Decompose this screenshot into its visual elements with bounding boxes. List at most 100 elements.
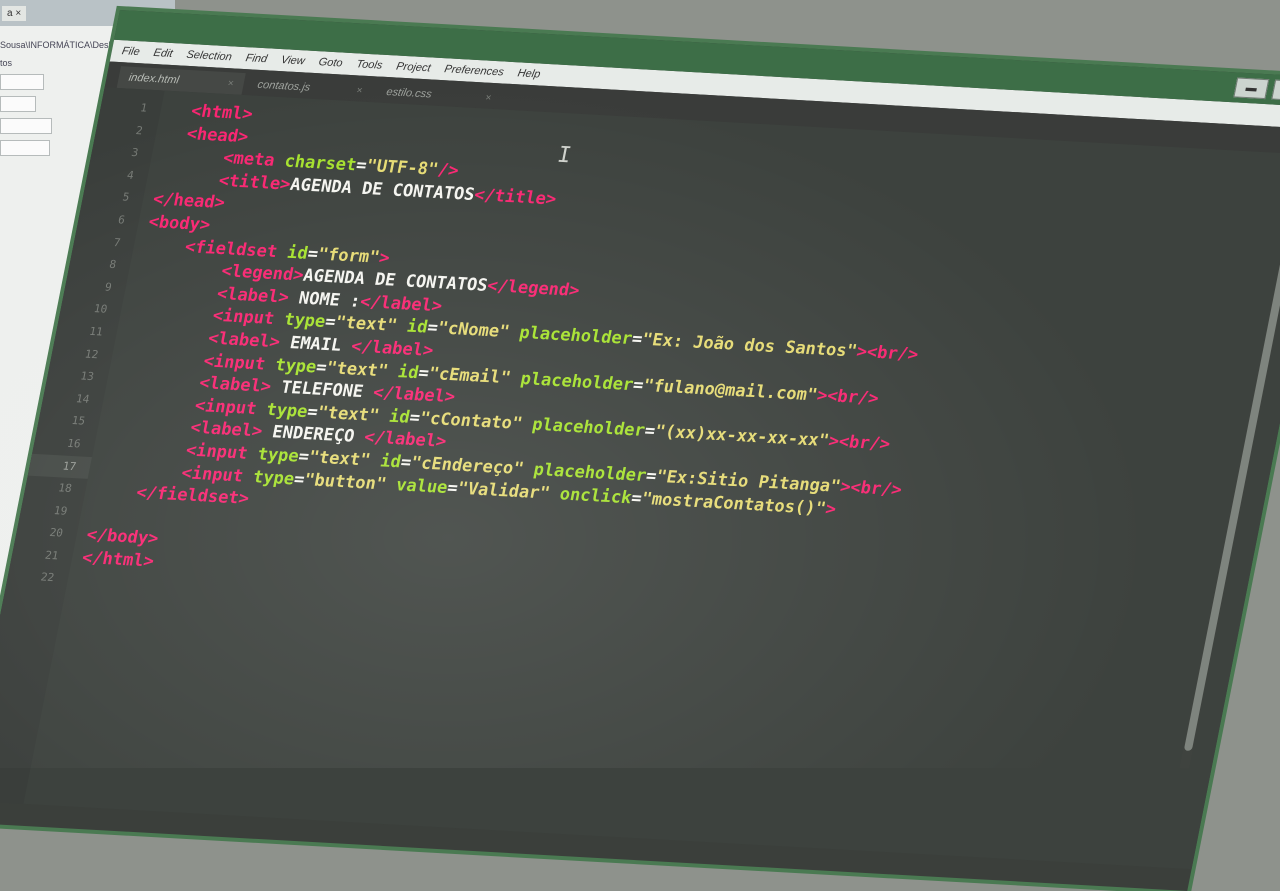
tab-close-icon[interactable]: × <box>356 85 364 96</box>
code-token: "text" <box>324 357 390 381</box>
code-token: </legend> <box>485 276 582 302</box>
code-token: <input <box>184 440 260 465</box>
line-number: 14 <box>74 391 91 406</box>
menu-item-help[interactable]: Help <box>516 67 541 80</box>
window-controls: ▬ ▭ <box>1233 77 1280 102</box>
menu-item-selection[interactable]: Selection <box>185 49 233 63</box>
code-token: <label> <box>188 417 265 442</box>
code-token: ><br/> <box>826 431 893 455</box>
code-token: </fieldset> <box>134 482 251 509</box>
line-number: 15 <box>70 414 87 428</box>
background-window-tab[interactable]: a × <box>2 5 27 21</box>
line-number: 1 <box>139 101 149 115</box>
line-number: 16 <box>66 436 82 451</box>
code-token: </label> <box>349 336 436 361</box>
line-number: 7 <box>112 235 122 249</box>
code-token: charset <box>282 151 359 176</box>
code-token: type <box>273 354 319 377</box>
code-token: NOME : <box>286 287 363 312</box>
menu-item-project[interactable]: Project <box>395 61 432 75</box>
code-token: <input <box>193 395 269 420</box>
code-token: "form" <box>316 244 382 268</box>
tab-close-icon[interactable]: × <box>227 78 235 89</box>
code-token: <html> <box>189 101 255 125</box>
editor-window: ▬ ▭ File Edit Selection Find View Goto Tools Pr… <box>0 10 1280 891</box>
line-number: 13 <box>79 369 96 384</box>
code-token: ><br/> <box>854 342 920 366</box>
code-token: <input <box>210 306 287 330</box>
menu-item-edit[interactable]: Edit <box>152 47 173 60</box>
line-number: 22 <box>39 570 56 585</box>
line-number: 3 <box>130 146 140 160</box>
menu-item-view[interactable]: View <box>280 54 306 67</box>
line-number: 20 <box>48 526 65 540</box>
code-token: <body> <box>146 211 212 236</box>
menu-item-file[interactable]: File <box>121 45 141 58</box>
code-token: </label> <box>358 291 444 317</box>
code-token: "cEmail" <box>426 363 513 388</box>
code-token: "button" <box>302 469 389 495</box>
code-token: type <box>251 466 297 489</box>
code-token: type <box>282 310 328 333</box>
code-token: </title> <box>472 184 559 210</box>
code-token: <input <box>179 462 256 487</box>
code-token: type <box>264 399 310 422</box>
code-token: <title> <box>216 170 293 195</box>
menu-item-preferences[interactable]: Preferences <box>443 63 505 78</box>
menu-item-find[interactable]: Find <box>245 52 269 65</box>
code-token: placeholder <box>517 323 634 350</box>
code-token: </body> <box>84 525 161 550</box>
line-number: 12 <box>83 347 100 361</box>
code-token: ><br/> <box>838 476 904 501</box>
background-field[interactable] <box>0 118 52 134</box>
code-editor[interactable]: <html> <head> <meta charset="UTF-8"/> <t… <box>23 91 1280 870</box>
code-token: type <box>255 444 301 467</box>
code-token: "cNome" <box>435 318 512 343</box>
tab-label: contatos.js <box>256 78 312 94</box>
code-token: EMAIL <box>277 332 354 357</box>
maximize-button[interactable]: ▭ <box>1271 79 1280 102</box>
code-token: <label> <box>215 283 291 308</box>
line-number: 8 <box>108 258 118 272</box>
tab-label: index.html <box>127 71 181 87</box>
code-token: "Validar" <box>455 478 552 504</box>
code-area[interactable]: 1 2 3 4 5 6 7 8 9 10 11 12 13 14 15 16 17 18 19 20 21 22 <htm… <box>0 87 1280 870</box>
code-token: </label> <box>362 427 449 453</box>
code-token: <input <box>201 350 278 375</box>
code-token: "text" <box>306 447 373 471</box>
tab-close-icon[interactable]: × <box>484 92 492 103</box>
code-token: <head> <box>184 123 251 147</box>
background-field[interactable] <box>0 74 44 90</box>
background-field[interactable] <box>0 96 36 112</box>
line-number: 6 <box>116 213 127 227</box>
code-token: /> <box>436 160 461 182</box>
line-number: 9 <box>103 280 113 294</box>
code-token: <meta <box>221 148 287 172</box>
code-token: ><br/> <box>815 385 881 409</box>
minimize-button[interactable]: ▬ <box>1233 77 1270 100</box>
background-field[interactable] <box>0 140 50 156</box>
menu-item-goto[interactable]: Goto <box>317 56 343 69</box>
code-token: "text" <box>333 312 399 337</box>
code-token: </label> <box>371 382 457 408</box>
menu-item-tools[interactable]: Tools <box>355 58 383 71</box>
tab-label: estilo.css <box>385 86 433 101</box>
line-number: 11 <box>88 324 104 339</box>
code-token: placeholder <box>518 368 636 395</box>
line-number: 10 <box>92 302 109 317</box>
code-token: <label> <box>206 328 282 353</box>
code-token: onclick <box>557 483 634 508</box>
code-token: <legend> <box>219 261 306 286</box>
